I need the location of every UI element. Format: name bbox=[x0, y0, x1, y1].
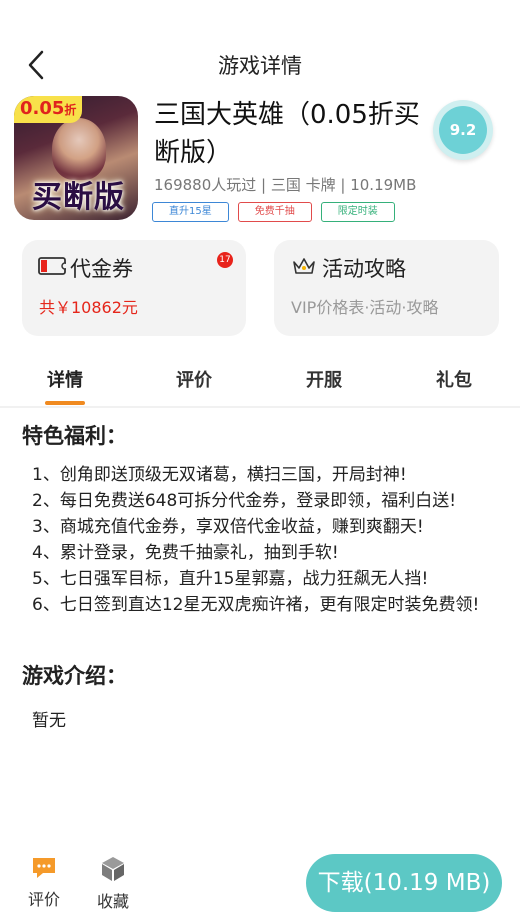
tab-gifts[interactable]: 礼包 bbox=[436, 366, 472, 392]
tab-bar: 详情 评价 开服 礼包 bbox=[0, 356, 520, 406]
crown-icon bbox=[293, 258, 315, 274]
discount-badge: 0.05折 bbox=[14, 96, 83, 123]
divider bbox=[0, 406, 520, 408]
list-item: 3、商城充值代金券，享双倍代金收益，赚到爽翻天! bbox=[32, 517, 424, 537]
intro-text: 暂无 bbox=[32, 711, 66, 731]
tag: 直升15星 bbox=[152, 202, 229, 222]
favorite-label: 收藏 bbox=[96, 892, 129, 911]
page-title: 游戏详情 bbox=[218, 54, 302, 78]
icon-art-text: 买断版 bbox=[32, 180, 125, 215]
game-meta: 169880人玩过 | 三国 卡牌 | 10.19MB bbox=[154, 176, 417, 194]
chat-icon bbox=[33, 858, 55, 878]
notification-badge: 17 bbox=[217, 252, 233, 268]
icon-character-art bbox=[52, 118, 106, 180]
list-item: 6、七日签到直达12星无双虎痴许褚，更有限定时装免费领! bbox=[32, 595, 480, 615]
voucher-card[interactable]: 代金券 17 共￥10862元 bbox=[22, 240, 246, 336]
download-button[interactable]: 下载(10.19 MB) bbox=[306, 854, 502, 912]
cube-icon bbox=[102, 857, 124, 881]
voucher-icon bbox=[38, 257, 66, 275]
tag: 限定时装 bbox=[320, 202, 395, 222]
review-label: 评价 bbox=[27, 890, 60, 909]
list-item: 2、每日免费送648可拆分代金券，登录即领，福利白送! bbox=[32, 491, 457, 511]
header: 游戏详情 bbox=[0, 40, 520, 90]
tab-servers[interactable]: 开服 bbox=[306, 366, 342, 392]
bottom-bar: 评价 收藏 下载(10.19 MB) bbox=[0, 840, 520, 924]
tab-indicator bbox=[45, 401, 85, 405]
game-name: 三国大英雄（0.05折买断版） bbox=[154, 100, 420, 168]
favorite-button[interactable]: 收藏 bbox=[88, 856, 138, 916]
tab-details[interactable]: 详情 bbox=[47, 366, 83, 392]
game-tags: 直升15星 免费千抽 限定时装 bbox=[152, 202, 395, 222]
tag: 免费千抽 bbox=[237, 202, 312, 222]
guide-title: 活动攻略 bbox=[322, 257, 406, 281]
voucher-total: 共￥10862元 bbox=[39, 298, 138, 317]
score-value: 9.2 bbox=[439, 106, 487, 154]
game-icon: 0.05折 买断版 bbox=[14, 96, 138, 220]
voucher-title: 代金券 bbox=[70, 257, 133, 281]
score-badge: 9.2 bbox=[433, 100, 493, 160]
review-button[interactable]: 评价 bbox=[19, 856, 69, 916]
features-list: 1、创角即送顶级无双诸葛，横扫三国，开局封神! 2、每日免费送648可拆分代金券… bbox=[32, 462, 492, 618]
list-item: 5、七日强军目标，直升15星郭嘉，战力狂飙无人挡! bbox=[32, 569, 429, 589]
guide-subtitle: VIP价格表·活动·攻略 bbox=[291, 298, 439, 317]
list-item: 4、累计登录，免费千抽豪礼，抽到手软! bbox=[32, 543, 339, 563]
intro-title: 游戏介绍： bbox=[22, 664, 127, 688]
features-title: 特色福利： bbox=[22, 424, 127, 448]
tab-reviews[interactable]: 评价 bbox=[176, 366, 212, 392]
guide-card[interactable]: 活动攻略 VIP价格表·活动·攻略 bbox=[274, 240, 499, 336]
list-item: 1、创角即送顶级无双诸葛，横扫三国，开局封神! bbox=[32, 465, 407, 485]
